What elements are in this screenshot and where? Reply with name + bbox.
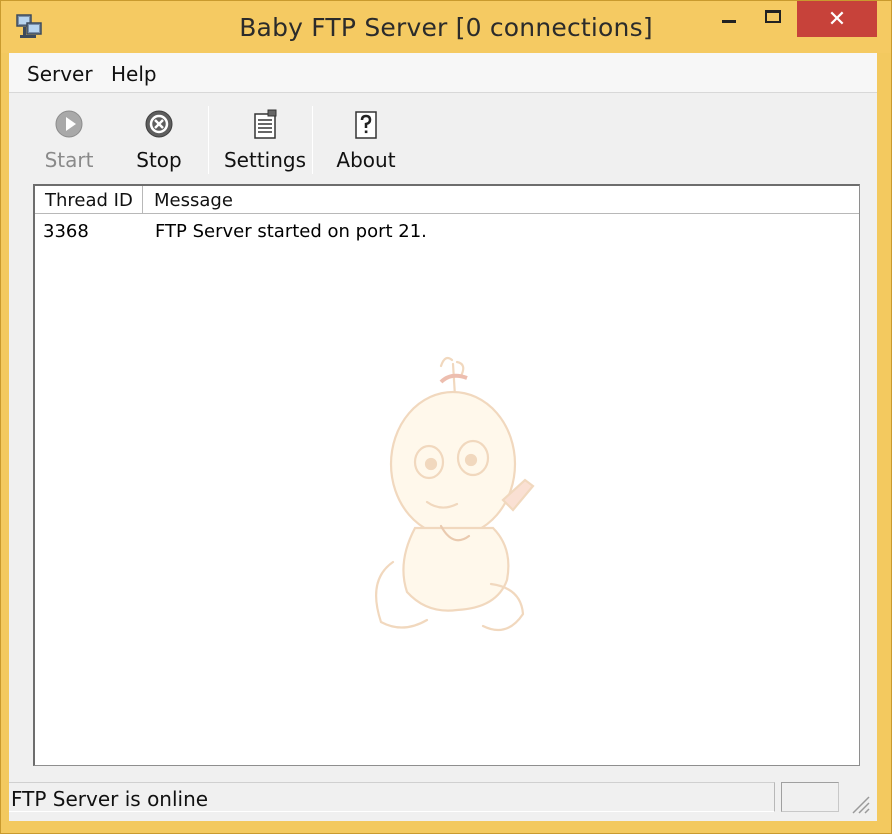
title-bar[interactable]: Baby FTP Server [0 connections] ✕	[1, 1, 891, 53]
settings-button[interactable]: Settings	[217, 102, 313, 174]
log-row[interactable]: 3368 FTP Server started on port 21.	[35, 218, 859, 242]
help-question-icon	[355, 111, 377, 139]
log-list-header: Thread ID Message	[35, 186, 859, 214]
about-label: About	[336, 148, 396, 172]
log-message: FTP Server started on port 21.	[155, 221, 427, 242]
client-area: Server Help Start Stop Settings About Th…	[9, 53, 877, 821]
status-bar: FTP Server is online	[9, 777, 877, 821]
minimize-icon	[722, 19, 736, 23]
play-circle-icon	[55, 110, 83, 138]
start-button[interactable]: Start	[37, 102, 101, 174]
column-header-message[interactable]: Message	[144, 186, 844, 214]
menu-bar: Server Help	[9, 53, 877, 93]
toolbar-separator	[312, 106, 313, 174]
status-pane	[781, 782, 839, 812]
stop-circle-icon	[145, 110, 173, 138]
minimize-button[interactable]	[709, 1, 749, 39]
about-button[interactable]: About	[329, 102, 403, 174]
resize-grip-icon[interactable]	[843, 787, 873, 817]
maximize-icon	[765, 9, 781, 23]
settings-label: Settings	[223, 148, 307, 172]
column-header-thread-id[interactable]: Thread ID	[35, 186, 143, 214]
app-network-icon[interactable]	[15, 13, 45, 39]
maximize-button[interactable]	[753, 1, 793, 39]
start-label: Start	[44, 148, 94, 172]
stop-button[interactable]: Stop	[127, 102, 191, 174]
toolbar: Start Stop Settings About	[9, 94, 877, 183]
log-list[interactable]: Thread ID Message 3368 FTP Server starte…	[33, 184, 860, 766]
menu-server[interactable]: Server	[27, 62, 93, 86]
close-icon: ✕	[827, 6, 847, 32]
status-text: FTP Server is online	[9, 782, 775, 812]
app-window: Baby FTP Server [0 connections] ✕ Server…	[0, 0, 892, 834]
toolbar-separator	[208, 106, 209, 174]
close-button[interactable]: ✕	[797, 1, 877, 37]
baby-mascot-watermark	[375, 356, 535, 632]
log-thread-id: 3368	[43, 221, 89, 242]
menu-help[interactable]: Help	[111, 62, 157, 86]
stop-label: Stop	[136, 148, 182, 172]
settings-document-icon	[254, 109, 277, 139]
window-title: Baby FTP Server [0 connections]	[239, 13, 653, 42]
